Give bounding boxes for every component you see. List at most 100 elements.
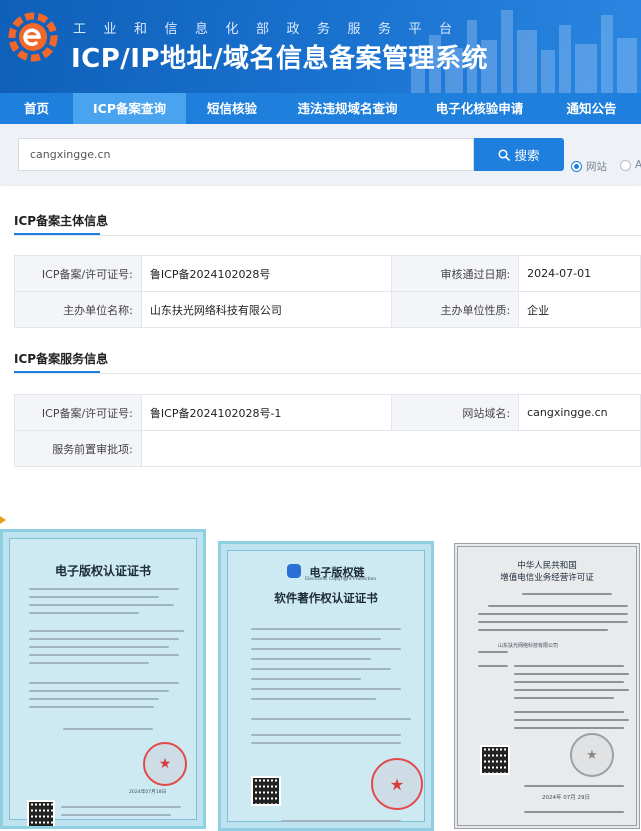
license-year: 2024 (542, 795, 556, 801)
text-line (251, 742, 401, 744)
nav-sms-verify[interactable]: 短信核验 (186, 93, 278, 124)
radio-app[interactable]: A (620, 159, 641, 171)
search-button[interactable]: 搜索 (474, 138, 564, 171)
text-line (514, 697, 614, 699)
license-title-line1: 中华人民共和国 (517, 561, 577, 571)
official-seal-icon: ★ (570, 733, 614, 777)
search-bar: cangxingge.cn 搜索 网站 A (0, 124, 641, 186)
license-date: 2024年 07月 29日 (542, 795, 591, 801)
text-line (524, 811, 624, 813)
text-line (478, 629, 608, 631)
text-line (251, 638, 381, 640)
software-copyright-certificate-image[interactable]: 电子版权链 Electronic Copyright Protection 软件… (218, 541, 434, 831)
gallery-arrow-icon (0, 516, 6, 524)
subject-info-title: ICP备案主体信息 (14, 212, 108, 235)
text-line (29, 612, 139, 614)
license-title-line2: 增值电信业务经营许可证 (500, 573, 594, 583)
text-line (29, 662, 149, 664)
table-row: 主办单位名称: 山东扶光网络科技有限公司 主办单位性质: 企业 (14, 291, 641, 328)
label-cell: 服务前置审批项: (14, 430, 142, 467)
service-info-title: ICP备案服务信息 (14, 350, 108, 373)
text-line (478, 621, 628, 623)
label-cell: ICP备案/许可证号: (14, 394, 142, 431)
text-line (478, 665, 508, 667)
radio-website[interactable]: 网站 (571, 159, 607, 174)
radio-unchecked-icon (620, 159, 631, 171)
text-line (29, 596, 159, 598)
search-input[interactable]: cangxingge.cn (18, 138, 474, 171)
radio-website-label: 网站 (586, 161, 607, 173)
miit-logo-icon (8, 12, 58, 62)
radio-app-label: A (635, 159, 641, 171)
text-line (488, 605, 628, 607)
text-line (514, 681, 624, 683)
table-row: ICP备案/许可证号: 鲁ICP备2024102028号-1 网站域名: can… (14, 394, 641, 431)
label-cell: ICP备案/许可证号: (14, 255, 142, 292)
table-row: 服务前置审批项: (14, 430, 641, 467)
license-company-name: 山东扶光网络科技有限公司 (498, 643, 559, 649)
label-cell: 网站域名: (391, 394, 520, 431)
text-line (29, 654, 179, 656)
text-line (522, 593, 612, 595)
label-cell: 主办单位名称: (14, 291, 142, 328)
value-cell: 2024-07-01 (518, 255, 641, 292)
text-line (251, 688, 401, 690)
text-line (29, 630, 184, 632)
text-line (29, 638, 179, 640)
nav-illegal-domain-query[interactable]: 违法违规域名查询 (278, 93, 417, 124)
main-nav: 首页 ICP备案查询 短信核验 违法违规域名查询 电子化核验申请 通知公告 (0, 93, 641, 124)
text-line (514, 673, 629, 675)
text-line (251, 668, 391, 670)
text-line (29, 690, 169, 692)
text-line (251, 678, 361, 680)
certificate-title: 电子版权认证证书 (54, 564, 151, 578)
nav-electronic-verify[interactable]: 电子化核验申请 (417, 93, 542, 124)
qr-code-icon (251, 776, 281, 806)
red-seal-icon: ★ (371, 758, 423, 810)
text-line (478, 613, 628, 615)
text-line (514, 719, 629, 721)
table-row: ICP备案/许可证号: 鲁ICP备2024102028号 审核通过日期: 202… (14, 255, 641, 292)
text-line (514, 689, 629, 691)
label-cell: 审核通过日期: (391, 255, 520, 292)
certificate-date: 2024年07月18日 (129, 790, 167, 795)
text-line (251, 648, 401, 650)
copyright-certificate-image[interactable]: 电子版权认证证书 ★ 2024年07月18日 (0, 529, 206, 829)
result-card: ICP备案主体信息 ICP备案/许可证号: 鲁ICP备2024102028号 审… (0, 186, 641, 482)
text-line (61, 814, 171, 816)
text-line (251, 628, 401, 630)
text-line (29, 588, 179, 590)
qr-code-icon (480, 745, 510, 775)
brand-name-en: Electronic Copyright Protection (305, 577, 377, 582)
text-line (29, 682, 179, 684)
text-line (29, 706, 154, 708)
text-line (514, 727, 624, 729)
telecom-license-image[interactable]: 中华人民共和国 增值电信业务经营许可证 山东扶光网络科技有限公司 ★ 2024年… (454, 543, 640, 829)
search-icon (498, 148, 511, 161)
nav-icp-query[interactable]: ICP备案查询 (73, 93, 186, 124)
text-line (478, 651, 508, 653)
text-line (251, 734, 401, 736)
text-line (251, 698, 376, 700)
text-line (281, 820, 401, 822)
license-day: 29 (577, 795, 585, 801)
value-cell: cangxingge.cn (518, 394, 641, 431)
text-line (251, 658, 371, 660)
site-header: 工业和信息化部政务服务平台 ICP/IP地址/域名信息备案管理系统 (0, 0, 641, 93)
text-line (524, 785, 624, 787)
section-divider (14, 235, 641, 236)
section-divider (14, 373, 641, 374)
nav-home[interactable]: 首页 (0, 93, 73, 124)
platform-subtitle: 工业和信息化部政务服务平台 (73, 22, 470, 37)
text-line (514, 665, 624, 667)
value-cell: 山东扶光网络科技有限公司 (140, 291, 393, 328)
nav-notices[interactable]: 通知公告 (542, 93, 641, 124)
subject-info-table: ICP备案/许可证号: 鲁ICP备2024102028号 审核通过日期: 202… (14, 255, 641, 328)
value-cell: 鲁ICP备2024102028号 (140, 255, 393, 292)
value-cell: 鲁ICP备2024102028号-1 (140, 394, 393, 431)
text-line (29, 604, 174, 606)
service-info-table: ICP备案/许可证号: 鲁ICP备2024102028号-1 网站域名: can… (14, 394, 641, 467)
radio-checked-icon (571, 161, 582, 172)
text-line (251, 718, 411, 720)
text-line (514, 711, 624, 713)
